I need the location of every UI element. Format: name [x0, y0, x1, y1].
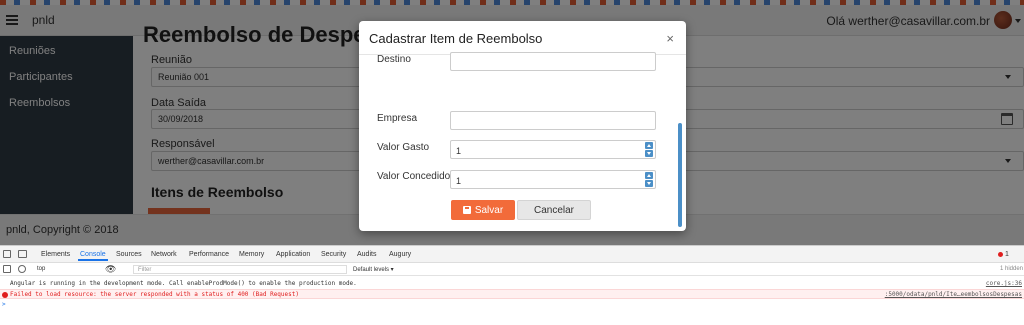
tab-performance[interactable]: Performance [189, 251, 229, 258]
spinner-up-icon[interactable] [645, 142, 653, 149]
console-error-row: Failed to load resource: the server resp… [0, 289, 1024, 299]
prompt-glyph: > [2, 301, 6, 308]
floppy-disk-icon [462, 206, 471, 214]
error-message: Failed to load resource: the server resp… [10, 291, 299, 298]
save-button-label: Salvar [474, 204, 504, 216]
tab-audits[interactable]: Audits [357, 251, 376, 258]
clear-console-icon[interactable] [18, 265, 26, 273]
cancel-button[interactable]: Cancelar [517, 200, 591, 220]
tab-network[interactable]: Network [151, 251, 177, 258]
tab-application[interactable]: Application [276, 251, 310, 258]
log-levels-dropdown[interactable]: Default levels ▾ [353, 266, 394, 273]
save-button[interactable]: Salvar [451, 200, 515, 220]
modal-header: Cadastrar Item de Reembolso × [359, 21, 686, 55]
modal-scrollbar[interactable] [678, 123, 682, 227]
empresa-label: Empresa [377, 113, 418, 124]
tab-sources[interactable]: Sources [116, 251, 142, 258]
tab-memory[interactable]: Memory [239, 251, 264, 258]
error-source-link[interactable]: :5000/odata/pnld/Ite…eembolsosDespesas [885, 290, 1022, 300]
destino-input[interactable] [450, 52, 656, 71]
devtools-tabbar: Elements Console Sources Network Perform… [0, 246, 1024, 263]
valor-concedido-value: 1 [456, 176, 462, 186]
log-source-link[interactable]: core.js:36 [986, 279, 1022, 289]
hidden-count: 1 hidden [1000, 266, 1024, 272]
log-message: Angular is running in the development mo… [10, 280, 357, 287]
valor-concedido-label: Valor Concedido [377, 171, 451, 182]
eye-icon[interactable]: 👁 [105, 264, 116, 275]
destino-label: Destino [377, 54, 411, 65]
error-icon [2, 292, 8, 298]
device-toolbar-icon[interactable] [18, 250, 27, 258]
valor-concedido-input[interactable]: 1 [450, 170, 656, 189]
spinner-up-icon[interactable] [645, 172, 653, 179]
console-log-row: Angular is running in the development mo… [0, 279, 1024, 289]
context-select[interactable]: top [37, 266, 45, 272]
console-filter-input[interactable]: Filter [133, 265, 347, 274]
spinner-down-icon[interactable] [645, 180, 653, 187]
empresa-input[interactable] [450, 111, 656, 130]
tab-console[interactable]: Console [78, 251, 108, 261]
console-toolbar: top 👁 Filter Default levels ▾ 1 hidden [0, 263, 1024, 276]
tab-elements[interactable]: Elements [41, 251, 70, 258]
modal-title: Cadastrar Item de Reembolso [369, 31, 543, 46]
tab-augury[interactable]: Augury [389, 251, 411, 258]
error-count[interactable]: 1 [1005, 251, 1009, 258]
devtools-panel: Elements Console Sources Network Perform… [0, 245, 1024, 325]
close-icon[interactable]: × [666, 31, 674, 46]
inspect-element-icon[interactable] [3, 250, 11, 258]
console-sidebar-icon[interactable] [3, 265, 11, 273]
tab-security[interactable]: Security [321, 251, 346, 258]
spinner-down-icon[interactable] [645, 150, 653, 157]
valor-gasto-value: 1 [456, 146, 462, 156]
error-count-icon[interactable] [998, 252, 1003, 257]
valor-concedido-stepper[interactable] [645, 172, 653, 187]
console-prompt[interactable]: > [0, 300, 1024, 310]
filter-placeholder: Filter [138, 267, 152, 273]
cancel-button-label: Cancelar [533, 204, 575, 216]
cadastrar-item-modal: Cadastrar Item de Reembolso × Destino Em… [359, 21, 686, 231]
valor-gasto-label: Valor Gasto [377, 142, 430, 153]
valor-gasto-input[interactable]: 1 [450, 140, 656, 159]
valor-gasto-stepper[interactable] [645, 142, 653, 157]
